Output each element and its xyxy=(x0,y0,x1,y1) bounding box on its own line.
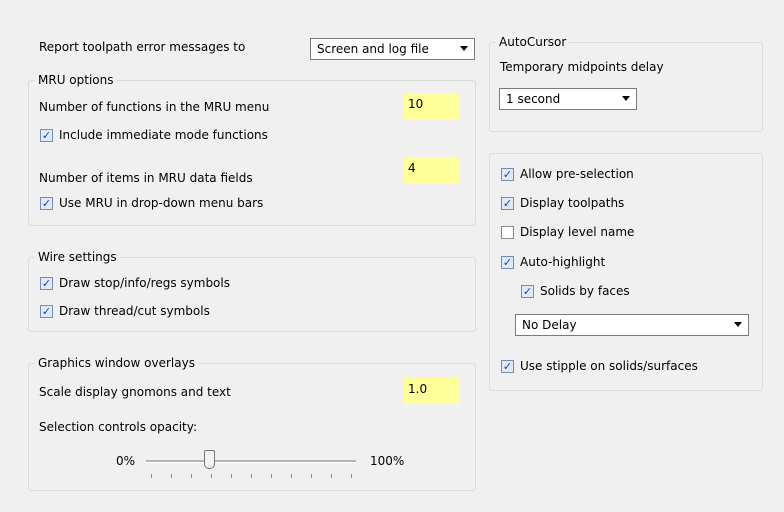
checkmark-icon: ✓ xyxy=(502,197,513,210)
autocursor-title: AutoCursor xyxy=(496,35,570,49)
slider-tick xyxy=(251,474,252,478)
display-options-group xyxy=(489,153,763,391)
solids-by-faces-label: Solids by faces xyxy=(540,284,630,298)
checkmark-icon: ✓ xyxy=(502,360,513,373)
immediate-mode-checkbox[interactable]: ✓ xyxy=(40,129,53,142)
mru-functions-label: Number of functions in the MRU menu xyxy=(39,100,270,114)
checkmark-icon: ✓ xyxy=(41,305,52,318)
slider-tick xyxy=(351,474,352,478)
chevron-down-icon xyxy=(734,322,742,327)
opacity-slider-thumb[interactable] xyxy=(203,450,215,469)
mru-functions-input[interactable]: 10 xyxy=(404,93,460,119)
mru-dropdown-label: Use MRU in drop-down menu bars xyxy=(59,196,264,210)
slider-tick xyxy=(191,474,192,478)
preselection-checkbox[interactable]: ✓ xyxy=(501,168,514,181)
wire-settings-group: Wire settings xyxy=(28,250,476,332)
stipple-checkbox[interactable]: ✓ xyxy=(501,360,514,373)
scale-gnomons-label: Scale display gnomons and text xyxy=(39,385,231,399)
slider-tick xyxy=(231,474,232,478)
chevron-down-icon xyxy=(622,96,630,101)
thread-symbols-checkbox[interactable]: ✓ xyxy=(40,305,53,318)
display-toolpaths-checkbox[interactable]: ✓ xyxy=(501,197,514,210)
checkmark-icon: ✓ xyxy=(522,285,533,298)
mru-dropdown-checkbox[interactable]: ✓ xyxy=(40,197,53,210)
scale-gnomons-input[interactable]: 1.0 xyxy=(404,378,460,404)
autocursor-group: AutoCursor xyxy=(489,35,763,132)
opacity-max-label: 100% xyxy=(370,454,405,468)
opacity-min-label: 0% xyxy=(116,454,136,468)
slider-tick xyxy=(151,474,152,478)
checkmark-icon: ✓ xyxy=(41,129,52,142)
opacity-slider-track[interactable] xyxy=(146,460,356,463)
auto-highlight-label: Auto-highlight xyxy=(520,255,606,269)
slider-tick xyxy=(271,474,272,478)
highlight-delay-dropdown[interactable]: No Delay xyxy=(515,314,749,336)
report-dropdown[interactable]: Screen and log file xyxy=(310,38,475,60)
midpoints-delay-value: 1 second xyxy=(506,92,561,106)
highlight-delay-value: No Delay xyxy=(522,318,577,332)
stop-symbols-checkbox[interactable]: ✓ xyxy=(40,277,53,290)
midpoints-delay-label: Temporary midpoints delay xyxy=(500,60,664,74)
slider-tick xyxy=(311,474,312,478)
slider-tick xyxy=(291,474,292,478)
solids-by-faces-checkbox[interactable]: ✓ xyxy=(521,285,534,298)
slider-tick xyxy=(211,474,212,478)
checkmark-icon: ✓ xyxy=(502,256,513,269)
wire-settings-title: Wire settings xyxy=(35,250,120,264)
checkmark-icon: ✓ xyxy=(502,168,513,181)
stop-symbols-label: Draw stop/info/regs symbols xyxy=(59,276,230,290)
report-label: Report toolpath error messages to xyxy=(39,40,246,54)
checkmark-icon: ✓ xyxy=(41,277,52,290)
slider-tick xyxy=(171,474,172,478)
chevron-down-icon xyxy=(460,46,468,51)
thread-symbols-label: Draw thread/cut symbols xyxy=(59,304,210,318)
mru-items-input[interactable]: 4 xyxy=(404,157,460,183)
preselection-label: Allow pre-selection xyxy=(520,167,634,181)
checkmark-icon: ✓ xyxy=(41,197,52,210)
graphics-overlays-title: Graphics window overlays xyxy=(35,356,198,370)
auto-highlight-checkbox[interactable]: ✓ xyxy=(501,256,514,269)
display-level-name-checkbox[interactable] xyxy=(501,226,514,239)
display-level-name-label: Display level name xyxy=(520,225,635,239)
display-toolpaths-label: Display toolpaths xyxy=(520,196,625,210)
report-dropdown-value: Screen and log file xyxy=(317,42,429,56)
mru-options-title: MRU options xyxy=(35,73,117,87)
mru-items-label: Number of items in MRU data fields xyxy=(39,171,253,185)
opacity-label: Selection controls opacity: xyxy=(39,420,197,434)
stipple-label: Use stipple on solids/surfaces xyxy=(520,359,698,373)
slider-tick xyxy=(331,474,332,478)
midpoints-delay-dropdown[interactable]: 1 second xyxy=(499,88,637,110)
immediate-mode-label: Include immediate mode functions xyxy=(59,128,268,142)
